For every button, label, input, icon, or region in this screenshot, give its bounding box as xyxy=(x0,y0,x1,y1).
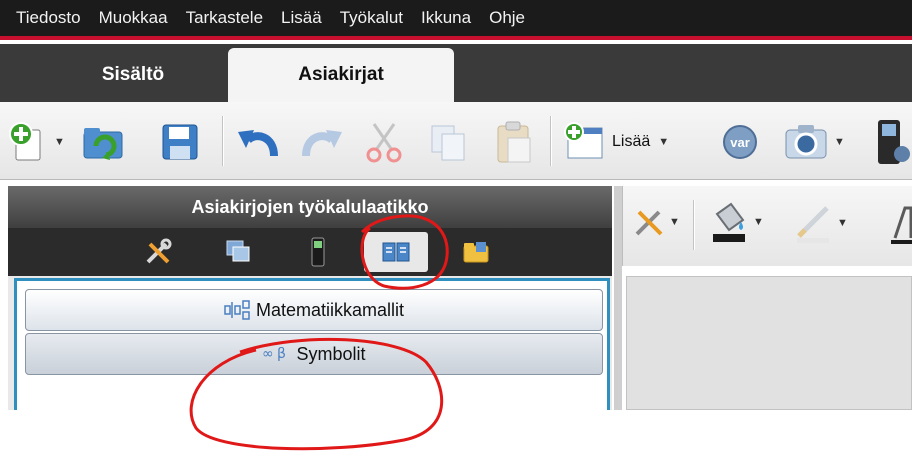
svg-text:∞: ∞ xyxy=(262,346,274,362)
tools-icon xyxy=(635,210,663,236)
insert-label: Lisää xyxy=(612,133,651,150)
fill-color-button[interactable]: ▼ xyxy=(709,200,764,244)
tab-utilities[interactable] xyxy=(364,232,428,272)
chevron-down-icon: ▼ xyxy=(669,216,680,228)
tab-handheld-emulator[interactable] xyxy=(294,232,342,272)
menu-window[interactable]: Ikkuna xyxy=(421,8,471,28)
tab-content[interactable]: Sisältö xyxy=(38,48,228,102)
undo-button[interactable] xyxy=(234,122,282,162)
cut-button[interactable] xyxy=(364,120,404,164)
toolbar-separator xyxy=(550,116,552,166)
tab-content-explorer[interactable] xyxy=(452,232,500,272)
pencil-icon xyxy=(797,206,829,243)
math-templates-button[interactable]: Matematiikkamallit xyxy=(25,289,603,331)
tab-documents[interactable]: Asiakirjat xyxy=(228,48,454,102)
math-template-icon xyxy=(224,300,250,320)
menu-bar: Tiedosto Muokkaa Tarkastele Lisää Työkal… xyxy=(0,0,912,40)
menu-help[interactable]: Ohje xyxy=(489,8,525,28)
camera-icon xyxy=(785,125,827,159)
math-templates-label: Matematiikkamallit xyxy=(255,299,405,320)
toolbox-tab-bar xyxy=(8,228,612,276)
copy-icon xyxy=(431,125,465,161)
handheld-icon xyxy=(878,120,910,164)
toolbar-separator xyxy=(693,200,695,250)
variable-icon: var xyxy=(723,125,757,159)
toolbar-separator xyxy=(222,116,224,166)
insert-menu-button[interactable]: Lisää ▼ xyxy=(562,122,669,162)
insert-page-icon xyxy=(564,122,603,159)
tab-page-sorter[interactable] xyxy=(214,232,262,272)
clipboard-icon xyxy=(497,121,531,163)
undo-icon xyxy=(238,130,278,157)
folder-icon xyxy=(463,242,489,263)
utilities-content: Matematiikkamallit ∞ β Symbolit xyxy=(14,278,610,410)
document-tools-button[interactable]: ▼ xyxy=(633,206,680,238)
scissors-icon xyxy=(366,123,402,163)
menu-file[interactable]: Tiedosto xyxy=(16,8,81,28)
main-toolbar: ▼ Lisää ▼ var ▼ xyxy=(0,102,912,180)
document-toolbar: ▼ ▼ ▼ xyxy=(622,186,912,266)
copy-button[interactable] xyxy=(428,122,468,162)
handheld-icon xyxy=(311,237,325,267)
pages-icon xyxy=(226,240,250,262)
redo-icon xyxy=(302,130,342,157)
paste-button[interactable] xyxy=(494,120,534,164)
chevron-down-icon: ▼ xyxy=(658,136,670,148)
symbols-button[interactable]: ∞ β Symbolit xyxy=(25,333,603,375)
workspace-tab-strip: Sisältö Asiakirjat xyxy=(0,44,912,102)
new-document-button[interactable]: ▼ xyxy=(8,122,65,162)
tools-icon xyxy=(146,238,172,264)
save-button[interactable] xyxy=(160,122,200,162)
menu-edit[interactable]: Muokkaa xyxy=(99,8,168,28)
new-document-icon xyxy=(9,122,41,161)
chevron-down-icon: ▼ xyxy=(753,216,764,228)
chevron-down-icon: ▼ xyxy=(54,136,65,148)
panel-splitter[interactable] xyxy=(614,186,622,410)
variables-button[interactable]: var xyxy=(720,124,760,160)
menu-tools[interactable]: Työkalut xyxy=(340,8,403,28)
svg-text:β: β xyxy=(277,346,286,362)
document-workspace[interactable] xyxy=(626,276,912,410)
variable-icon-text: var xyxy=(730,135,750,150)
symbols-label: Symbolit xyxy=(296,343,366,364)
text-color-button[interactable] xyxy=(891,204,912,244)
floppy-disk-icon xyxy=(162,124,198,160)
folder-open-icon xyxy=(83,128,123,160)
text-style-icon xyxy=(891,206,912,244)
open-document-button[interactable] xyxy=(82,122,126,162)
tab-document-tools[interactable] xyxy=(134,232,182,272)
panel-title: Asiakirjojen työkalulaatikko xyxy=(8,186,612,228)
paint-bucket-icon xyxy=(713,202,745,242)
symbols-icon: ∞ β xyxy=(262,346,286,362)
menu-view[interactable]: Tarkastele xyxy=(186,8,263,28)
document-toolbox-panel: Asiakirjojen työkalulaatikko Matematiikk… xyxy=(8,186,612,410)
menu-insert[interactable]: Lisää xyxy=(281,8,322,28)
line-color-button[interactable]: ▼ xyxy=(793,202,848,244)
chevron-down-icon: ▼ xyxy=(834,136,845,148)
handheld-view-button[interactable] xyxy=(872,118,912,166)
book-icon xyxy=(382,242,410,262)
screen-capture-button[interactable]: ▼ xyxy=(784,122,845,162)
chevron-down-icon: ▼ xyxy=(837,217,848,229)
redo-button[interactable] xyxy=(298,122,346,162)
